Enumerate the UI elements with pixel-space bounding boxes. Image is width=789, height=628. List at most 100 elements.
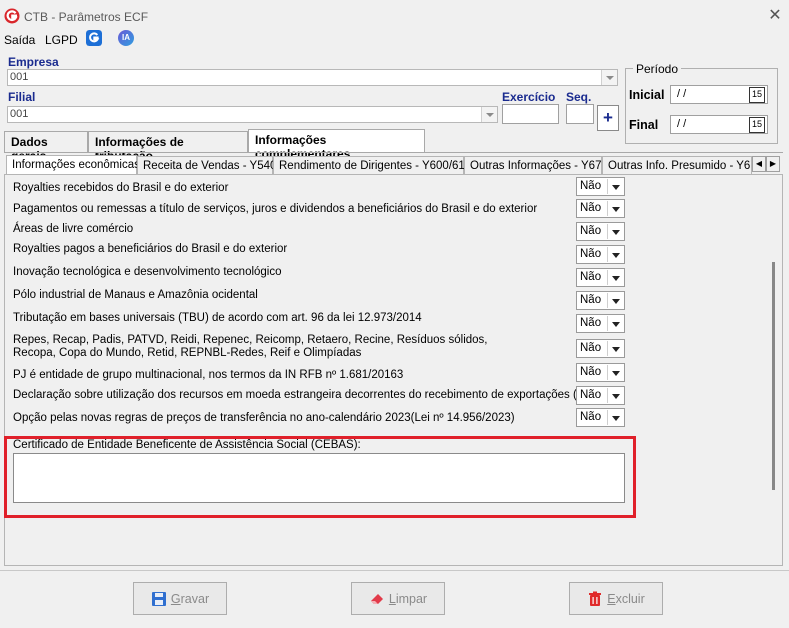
select-value: Não [580, 317, 602, 329]
limpar-hotkey: L [388, 591, 396, 606]
row-label-regimes-especiais: Repes, Recap, Padis, PATVD, Reidi, Repen… [13, 334, 488, 346]
exercicio-field[interactable] [502, 104, 559, 124]
select-value: Não [580, 411, 602, 423]
excluir-label: xcluir [615, 591, 645, 606]
select-value: Não [580, 225, 602, 237]
gravar-label: ravar [180, 591, 210, 606]
row-label-derex: Declaração sobre utilização dos recursos… [13, 389, 621, 401]
limpar-label: impar [395, 591, 428, 606]
seq-label: Seq. [566, 90, 592, 104]
row-label-regimes-especiais-line2: Recopa, Copa do Mundo, Retid, REPNBL-Red… [13, 347, 362, 359]
filial-combo[interactable]: 001 [7, 106, 498, 123]
trash-icon [589, 591, 602, 606]
final-date-value: / / [677, 118, 687, 130]
subtab-rendimento-dirigentes[interactable]: Rendimento de Dirigentes - Y600/612 [273, 156, 471, 176]
select-inovacao-tecnologica[interactable]: Não [576, 268, 625, 287]
seq-field[interactable] [566, 104, 594, 124]
select-value: Não [580, 202, 602, 214]
select-areas-livre-comercio[interactable]: Não [576, 222, 625, 241]
tab-informacoes-complementares[interactable]: Informações complementares [248, 129, 425, 161]
chevron-down-icon [607, 388, 623, 403]
row-label-tbu: Tributação em bases universais (TBU) de … [13, 312, 422, 324]
select-grupo-multinacional[interactable]: Não [576, 363, 625, 382]
app-g-icon[interactable] [86, 30, 102, 46]
select-value: Não [580, 294, 602, 306]
tab-scroll-left-icon[interactable]: ◀ [752, 156, 766, 172]
select-value: Não [580, 389, 602, 401]
chevron-down-icon [607, 179, 623, 194]
vertical-scrollbar[interactable] [772, 262, 775, 490]
save-icon [151, 591, 166, 606]
select-value: Não [580, 366, 602, 378]
inicial-date-value: / / [677, 88, 687, 100]
filial-value: 001 [10, 108, 29, 120]
select-derex[interactable]: Não [576, 386, 625, 405]
chevron-down-icon [607, 224, 623, 239]
ia-assistant-icon[interactable]: IA [118, 30, 134, 46]
select-royalties-recebidos[interactable]: Não [576, 177, 625, 196]
row-label-pagamentos-remessas: Pagamentos ou remessas a título de servi… [13, 203, 538, 215]
inicial-date-field[interactable]: / / 15 [670, 85, 768, 104]
chevron-down-icon [607, 270, 623, 285]
select-value: Não [580, 180, 602, 192]
inicial-label: Inicial [629, 88, 665, 102]
tab-scroll-right-icon[interactable]: ▶ [766, 156, 780, 172]
gravar-button[interactable]: Gravar [133, 582, 227, 615]
add-seq-button[interactable]: + [597, 105, 619, 131]
row-label-precos-transferencia: Opção pelas novas regras de preços de tr… [13, 412, 515, 424]
subtab-informacoes-economicas[interactable]: Informações econômicas [6, 155, 140, 175]
filial-label: Filial [8, 90, 36, 104]
subtab-outras-info-presumido[interactable]: Outras Info. Presumido - Y672 [602, 156, 752, 176]
chevron-down-icon [607, 365, 623, 380]
excluir-button[interactable]: Excluir [569, 582, 663, 615]
calendar-icon[interactable]: 15 [749, 87, 765, 103]
eraser-icon [370, 593, 383, 604]
chevron-down-icon [607, 201, 623, 216]
row-label-royalties-recebidos: Royalties recebidos do Brasil e do exter… [13, 182, 229, 194]
chevron-down-icon [607, 410, 623, 425]
select-royalties-pagos[interactable]: Não [576, 245, 625, 264]
tab-informacoes-tributacao[interactable]: Informações de tributação [88, 131, 248, 163]
select-value: Não [580, 342, 602, 354]
subtab-receita-vendas[interactable]: Receita de Vendas - Y540 [137, 156, 276, 176]
tab-dados-gerais[interactable]: Dados gerais [4, 131, 88, 163]
calendar-icon[interactable]: 15 [749, 117, 765, 133]
window-title: CTB - Parâmetros ECF [24, 10, 149, 24]
periodo-legend: Período [633, 62, 682, 76]
excluir-hotkey: E [607, 591, 616, 606]
highlight-box [4, 436, 636, 518]
empresa-combo[interactable]: 001 [7, 69, 618, 86]
exercicio-label: Exercício [502, 90, 556, 104]
menu-lgpd[interactable]: LGPD [45, 33, 78, 47]
limpar-button[interactable]: Limpar [351, 582, 445, 615]
chevron-down-icon[interactable] [481, 107, 497, 122]
menu-saida[interactable]: Saída [4, 33, 35, 47]
select-value: Não [580, 248, 602, 260]
row-label-polo-industrial-manaus: Pólo industrial de Manaus e Amazônia oci… [13, 289, 258, 301]
row-label-inovacao-tecnologica: Inovação tecnológica e desenvolvimento t… [13, 266, 282, 278]
select-precos-transferencia[interactable]: Não [576, 408, 625, 427]
empresa-label: Empresa [8, 55, 59, 69]
chevron-down-icon [607, 293, 623, 308]
tab-divider [4, 152, 783, 153]
select-tbu[interactable]: Não [576, 314, 625, 333]
chevron-down-icon [607, 341, 623, 356]
select-polo-industrial-manaus[interactable]: Não [576, 291, 625, 310]
row-label-grupo-multinacional: PJ é entidade de grupo multinacional, no… [13, 369, 404, 381]
subtab-outras-informacoes[interactable]: Outras Informações - Y671 [464, 156, 608, 176]
chevron-down-icon [607, 247, 623, 262]
gravar-hotkey: G [170, 591, 181, 606]
row-label-areas-livre-comercio: Áreas de livre comércio [13, 223, 134, 235]
app-logo-icon [4, 8, 20, 24]
final-date-field[interactable]: / / 15 [670, 115, 768, 134]
select-value: Não [580, 271, 602, 283]
chevron-down-icon[interactable] [601, 70, 617, 85]
chevron-down-icon [607, 316, 623, 331]
final-label: Final [629, 118, 659, 132]
close-button[interactable]: ✕ [766, 7, 784, 25]
footer-separator [0, 570, 789, 571]
select-pagamentos-remessas[interactable]: Não [576, 199, 625, 218]
empresa-value: 001 [10, 71, 29, 83]
select-regimes-especiais[interactable]: Não [576, 339, 625, 358]
row-label-royalties-pagos: Royalties pagos a beneficiários do Brasi… [13, 243, 288, 255]
